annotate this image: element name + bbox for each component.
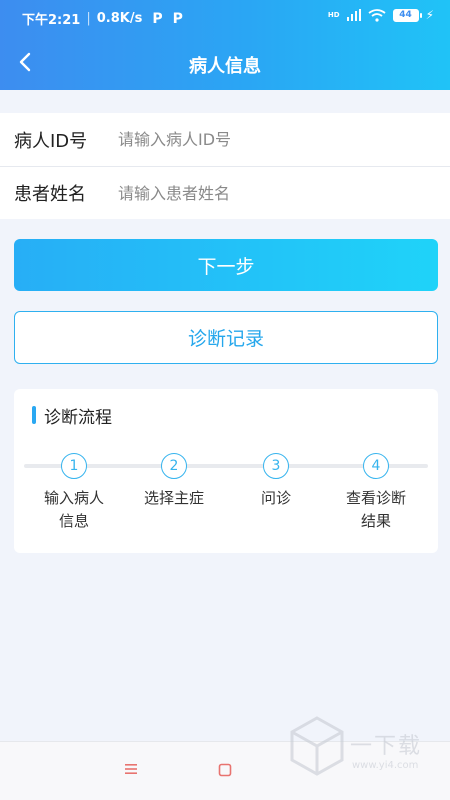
nav-bar: 病人信息 xyxy=(0,38,450,86)
diagnosis-records-button[interactable]: 诊断记录 xyxy=(14,311,438,364)
status-bar: 下午2:21 | 0.8K/s P P HD 44 ⚡ xyxy=(0,0,450,32)
home-square-icon[interactable] xyxy=(218,763,232,777)
step-label: 选择主症 xyxy=(143,489,204,507)
app-header: 下午2:21 | 0.8K/s P P HD 44 ⚡ 病人信息 xyxy=(0,0,450,90)
step-number: 2 xyxy=(161,453,187,479)
patient-form: 病人ID号 患者姓名 xyxy=(0,113,450,219)
patient-name-label: 患者姓名 xyxy=(14,184,86,205)
flow-title-text: 诊断流程 xyxy=(44,407,112,428)
flow-step: 2 选择主症 xyxy=(124,453,224,510)
step-label: 输入病人信息 xyxy=(43,489,104,530)
step-number: 3 xyxy=(263,453,289,479)
step-number: 4 xyxy=(363,453,389,479)
step-number: 1 xyxy=(61,453,87,479)
watermark-url: www.yi4.com xyxy=(352,760,419,771)
patient-id-row: 病人ID号 xyxy=(0,113,450,166)
menu-icon[interactable] xyxy=(124,762,138,776)
watermark: 一下载 www.yi4.com xyxy=(290,712,440,792)
patient-name-input[interactable] xyxy=(118,183,418,203)
next-step-button[interactable]: 下一步 xyxy=(14,239,438,291)
signal-icon xyxy=(346,9,361,21)
status-separator: | xyxy=(86,11,91,26)
step-label: 查看诊断结果 xyxy=(345,489,406,530)
step-label: 问诊 xyxy=(260,489,291,507)
flow-title: 诊断流程 xyxy=(32,405,112,428)
p-app-icon: P xyxy=(172,10,183,27)
watermark-cube-icon xyxy=(290,716,344,776)
flow-step: 1 输入病人信息 xyxy=(24,453,124,533)
charging-icon: ⚡ xyxy=(425,8,434,22)
diagnosis-flow-card: 诊断流程 1 输入病人信息 2 选择主症 3 问诊 4 查看诊断结果 xyxy=(14,389,438,553)
network-speed: 0.8K/s xyxy=(96,11,143,26)
patient-id-label: 病人ID号 xyxy=(14,130,88,152)
wifi-icon xyxy=(368,8,386,22)
flow-step: 4 查看诊断结果 xyxy=(326,453,426,533)
title-accent-bar xyxy=(32,406,36,424)
patient-name-row: 患者姓名 xyxy=(0,166,450,219)
page-title: 病人信息 xyxy=(189,56,261,77)
hd-signal-label: HD xyxy=(327,10,340,19)
flow-step: 3 问诊 xyxy=(226,453,326,510)
p-app-icon: P xyxy=(152,10,163,27)
watermark-text: 一下载 xyxy=(350,734,423,759)
battery-icon: 44 xyxy=(392,8,422,22)
patient-id-input[interactable] xyxy=(118,130,418,149)
status-time: 下午2:21 xyxy=(22,13,81,28)
